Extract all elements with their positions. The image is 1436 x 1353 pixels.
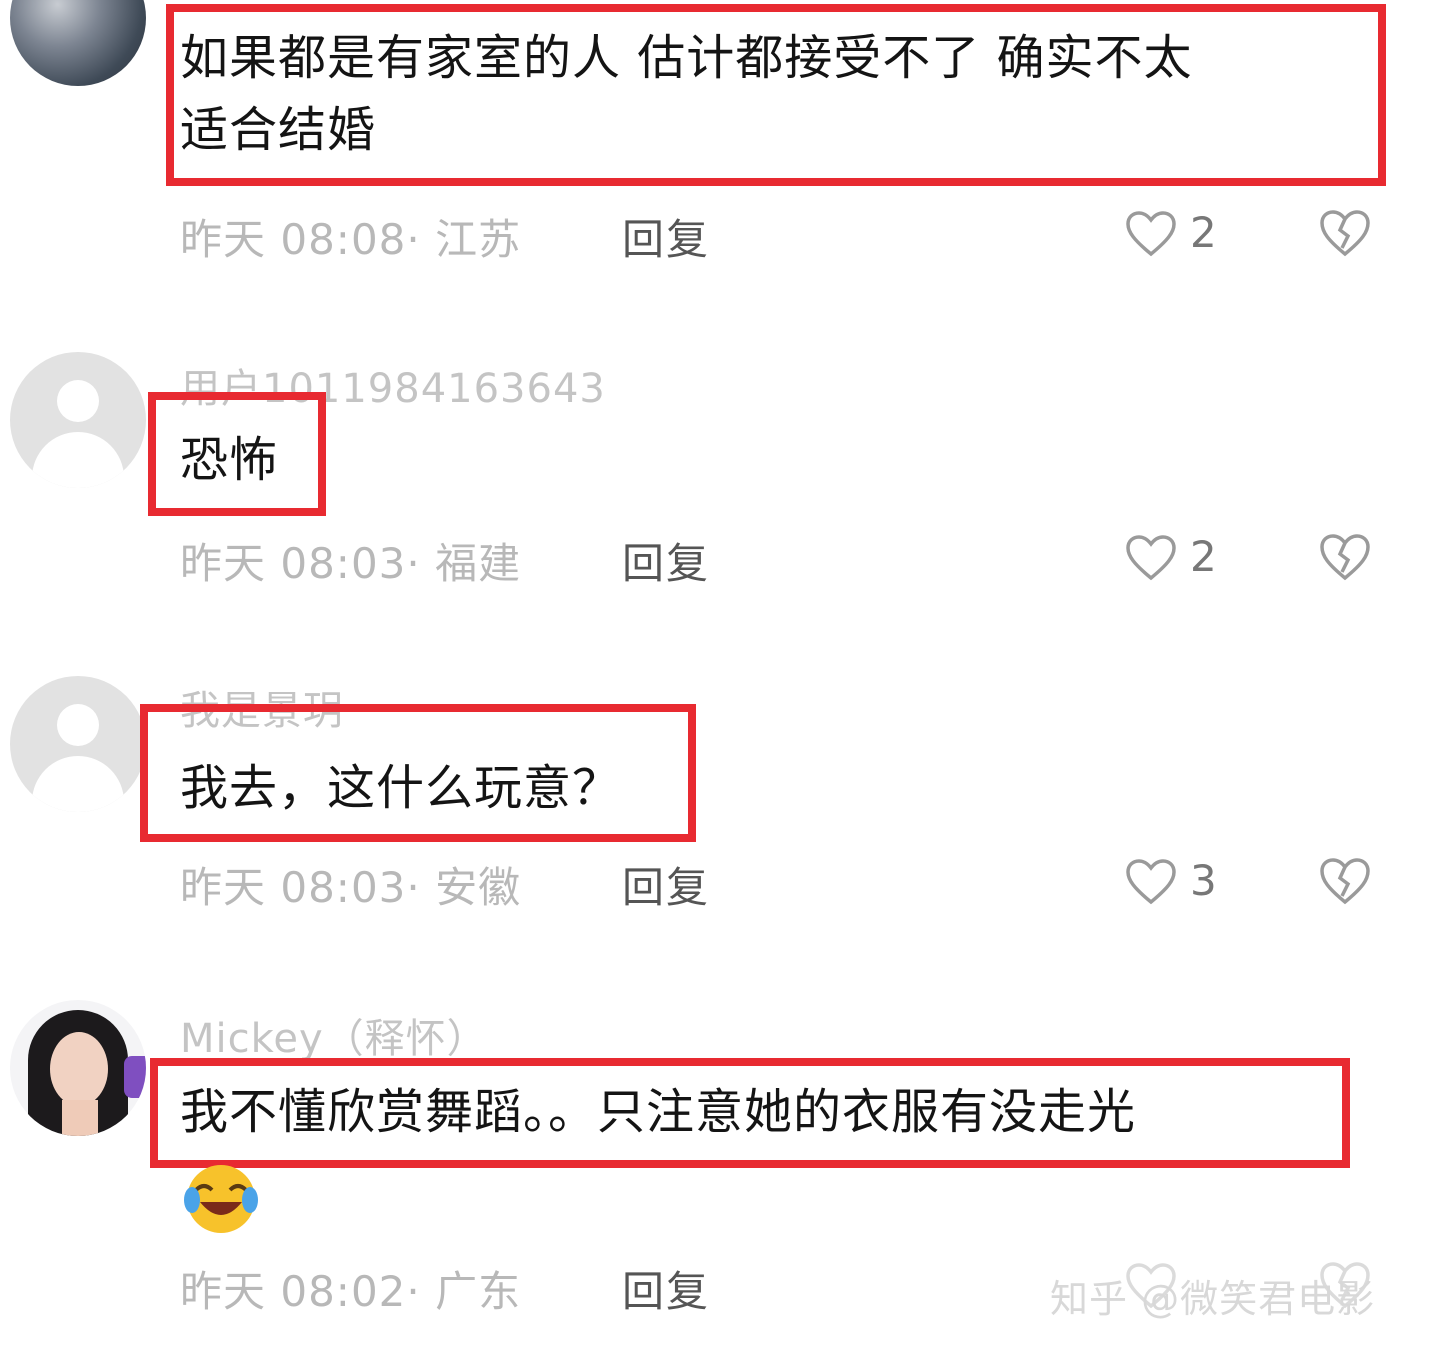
watermark: 知乎 @微笑君电影 (1050, 1277, 1376, 1321)
like-count: 2 (1190, 532, 1217, 581)
username[interactable]: Mickey（释怀） (180, 1006, 488, 1064)
avatar-head (57, 704, 99, 746)
avatar-face (50, 1032, 108, 1106)
like-count: 2 (1190, 208, 1217, 257)
comment-meta: 昨天 08:02· 广东 (180, 1267, 522, 1316)
avatar-neck (62, 1100, 98, 1136)
vip-badge-icon (124, 1056, 146, 1098)
user-avatar[interactable] (10, 1000, 146, 1136)
reply-button[interactable]: 回复 (622, 1258, 710, 1319)
comment-meta: 昨天 08:03· 安徽 (180, 863, 522, 912)
comment-meta: 昨天 08:03· 福建 (180, 539, 522, 588)
avatar-head (57, 380, 99, 422)
comment-meta: 昨天 08:08· 江苏 (180, 215, 522, 264)
avatar-body (32, 432, 124, 488)
highlight-box (148, 392, 326, 516)
heart-outline-icon[interactable] (1124, 210, 1178, 258)
broken-heart-icon[interactable] (1318, 532, 1372, 582)
highlight-box (150, 1058, 1350, 1168)
highlight-box (166, 4, 1386, 186)
heart-outline-icon[interactable] (1124, 534, 1178, 582)
laughing-crying-emoji-icon (184, 1165, 258, 1233)
reply-button[interactable]: 回复 (622, 206, 710, 267)
user-avatar[interactable] (10, 0, 146, 86)
broken-heart-icon[interactable] (1318, 208, 1372, 258)
reply-button[interactable]: 回复 (622, 854, 710, 915)
heart-outline-icon[interactable] (1124, 858, 1178, 906)
default-avatar-icon[interactable] (10, 676, 146, 812)
default-avatar-icon[interactable] (10, 352, 146, 488)
broken-heart-icon[interactable] (1318, 856, 1372, 906)
reply-button[interactable]: 回复 (622, 530, 710, 591)
highlight-box (140, 704, 696, 842)
like-count: 3 (1190, 856, 1217, 905)
avatar-body (32, 756, 124, 812)
